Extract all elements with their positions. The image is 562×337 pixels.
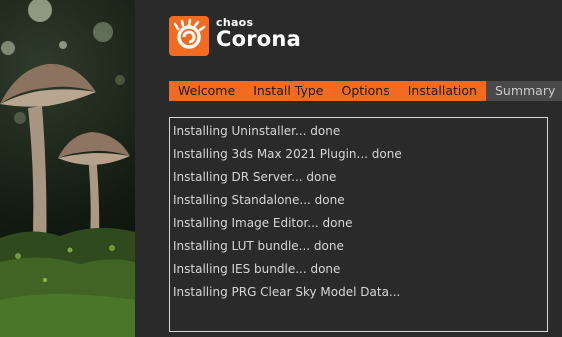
- log-line: Installing IES bundle... done: [173, 262, 341, 276]
- brand-product: Corona: [216, 27, 301, 51]
- log-line: Installing Standalone... done: [173, 193, 345, 207]
- tab-summary[interactable]: Summary: [485, 81, 562, 101]
- log-line: Installing Uninstaller... done: [173, 124, 341, 138]
- tab-welcome[interactable]: Welcome: [169, 81, 245, 101]
- tab-installation[interactable]: Installation: [398, 81, 486, 101]
- log-line: Installing PRG Clear Sky Model Data...: [173, 285, 401, 299]
- log-line: Installing 3ds Max 2021 Plugin... done: [173, 147, 402, 161]
- log-line: Installing DR Server... done: [173, 170, 337, 184]
- log-line: Installing LUT bundle... done: [173, 239, 344, 253]
- tab-options[interactable]: Options: [332, 81, 399, 101]
- corona-swirl-logo-icon: [169, 16, 209, 56]
- tab-install-type[interactable]: Install Type: [244, 81, 333, 101]
- install-log[interactable]: Installing Uninstaller... done Installin…: [169, 117, 548, 332]
- log-line: Installing Image Editor... done: [173, 216, 353, 230]
- mushroom-side-image: [0, 0, 135, 337]
- installer-steps: Welcome Install Type Options Installatio…: [169, 81, 562, 101]
